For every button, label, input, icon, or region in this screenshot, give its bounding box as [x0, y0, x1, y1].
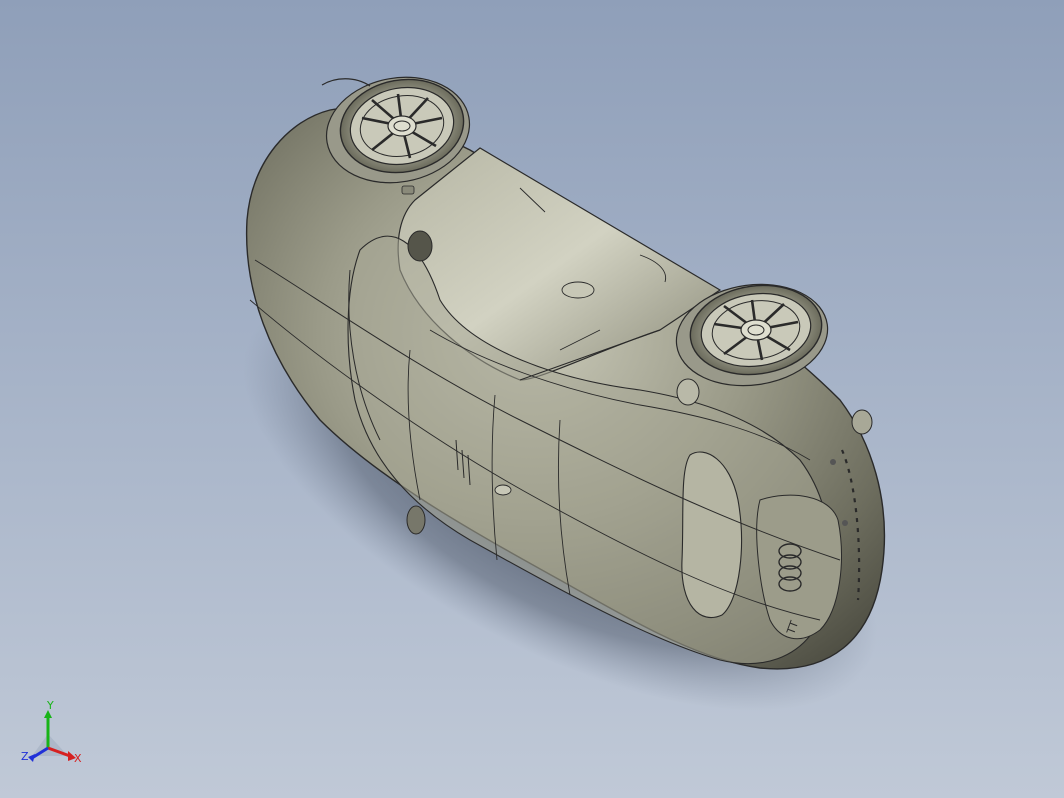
- z-axis-label: Z: [21, 750, 29, 763]
- x-axis-label: X: [74, 752, 82, 765]
- graphics-viewport[interactable]: TT Y X Z: [0, 0, 1064, 798]
- orientation-triad: Y X Z: [21, 700, 82, 765]
- y-axis-label: Y: [46, 700, 54, 712]
- car-body: [245, 107, 886, 670]
- z-axis-arrowhead: [28, 754, 35, 762]
- car-model-view[interactable]: TT: [0, 0, 1064, 798]
